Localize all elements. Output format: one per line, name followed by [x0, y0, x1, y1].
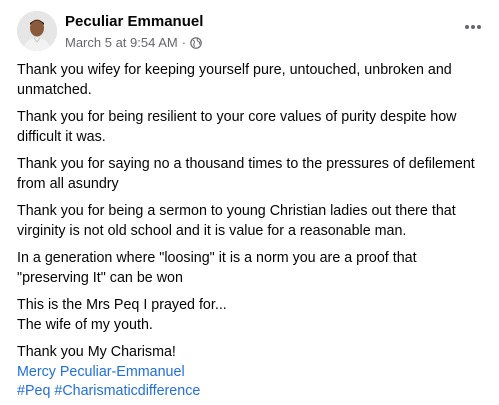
post-paragraph: Thank you for being a sermon to young Ch…: [17, 203, 456, 239]
more-options-button[interactable]: [459, 17, 487, 37]
post-paragraph: Thank you for being resilient to your co…: [17, 109, 457, 145]
post-paragraph: Thank you for saying no a thousand times…: [17, 156, 475, 192]
globe-icon[interactable]: [190, 36, 202, 49]
closing-paragraph: This is the Mrs Peq I prayed for... The …: [17, 296, 487, 335]
post-paragraph: In a generation where "loosing" it is a …: [17, 250, 417, 286]
hashtags-link[interactable]: #Peq #Charismaticdifference: [17, 382, 487, 402]
meta-separator: ·: [181, 35, 187, 50]
thanks-paragraph: Thank you My Charisma! Mercy Peculiar-Em…: [17, 343, 487, 402]
avatar-image: [17, 11, 57, 51]
thanks-line: Thank you My Charisma!: [17, 344, 176, 360]
avatar[interactable]: [17, 11, 57, 51]
post-meta: March 5 at 9:54 AM ·: [65, 35, 202, 50]
closing-line: This is the Mrs Peq I prayed for...: [17, 297, 227, 313]
post-header: Peculiar Emmanuel March 5 at 9:54 AM ·: [17, 11, 487, 55]
facebook-post: Peculiar Emmanuel March 5 at 9:54 AM · T…: [0, 0, 499, 405]
post-timestamp[interactable]: March 5 at 9:54 AM: [65, 35, 178, 50]
post-body: Thank you wifey for keeping yourself pur…: [17, 61, 487, 402]
tagged-person-link[interactable]: Mercy Peculiar-Emmanuel: [17, 363, 487, 383]
author-name[interactable]: Peculiar Emmanuel: [65, 13, 203, 30]
post-paragraph: Thank you wifey for keeping yourself pur…: [17, 62, 452, 98]
more-horizontal-icon: [465, 25, 481, 29]
closing-line: The wife of my youth.: [17, 316, 153, 333]
